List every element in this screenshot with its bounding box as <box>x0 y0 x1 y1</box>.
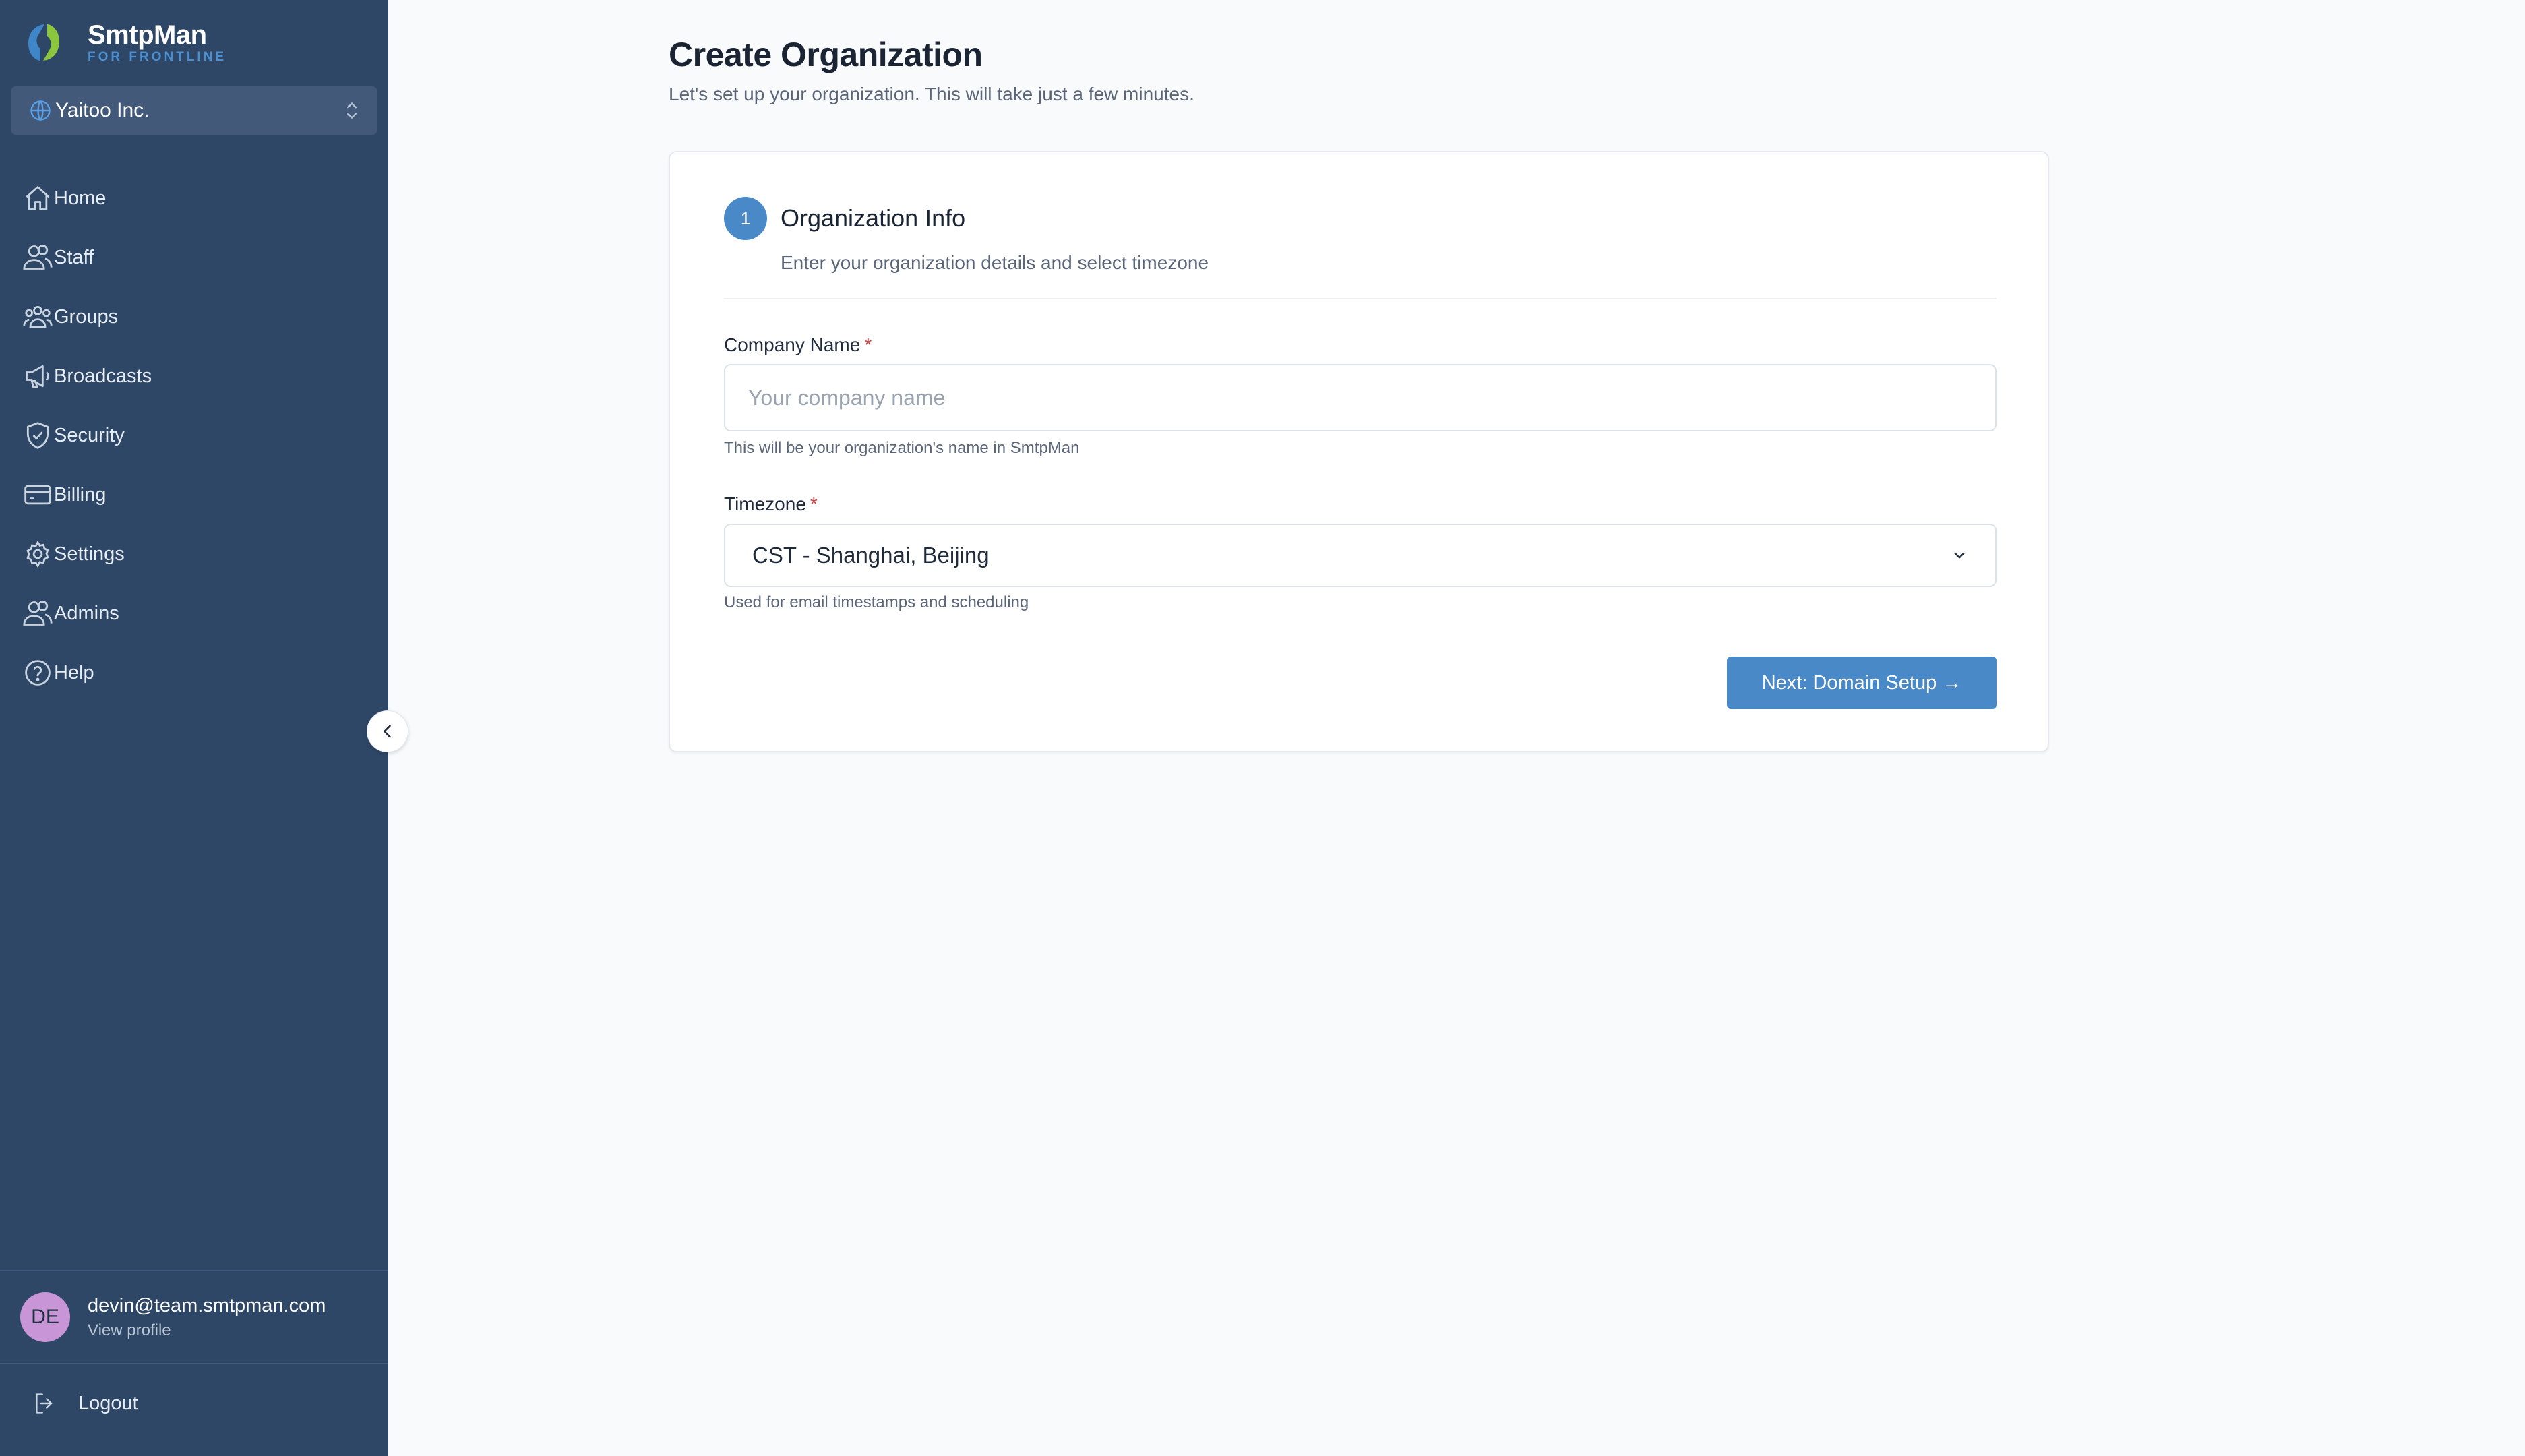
page-subtitle: Let's set up your organization. This wil… <box>669 84 1194 104</box>
sidebar-item-help[interactable]: Help <box>0 643 388 702</box>
sidebar-item-label: Billing <box>54 483 107 506</box>
required-marker: * <box>864 334 872 355</box>
sidebar-item-label: Settings <box>54 543 125 565</box>
brand-text: SmtpMan FOR FRONTLINE <box>88 20 226 65</box>
company-name-label: Company Name * <box>724 334 872 356</box>
org-name: Yaitoo Inc. <box>55 99 150 121</box>
brand-tagline: FOR FRONTLINE <box>88 50 227 64</box>
sidebar-item-label: Groups <box>54 305 119 328</box>
logout-label: Logout <box>78 1392 138 1414</box>
timezone-selected-value: CST - Shanghai, Beijing <box>752 543 990 568</box>
users-icon <box>23 601 53 626</box>
logout-icon <box>36 1393 53 1414</box>
help-circle-icon <box>25 660 51 686</box>
user-email: devin@team.smtpman.com <box>88 1294 326 1316</box>
sidebar-item-label: Help <box>54 661 94 684</box>
sidebar-item-label: Broadcasts <box>54 365 152 387</box>
timezone-select[interactable]: CST - Shanghai, Beijing <box>724 524 1997 587</box>
company-name-label-text: Company Name <box>724 334 861 355</box>
sidebar-item-settings[interactable]: Settings <box>0 524 388 584</box>
timezone-hint: Used for email timestamps and scheduling <box>724 593 1029 611</box>
logout-button[interactable]: Logout <box>31 1390 138 1417</box>
brand-name: SmtpMan <box>88 20 207 50</box>
smtpman-logo-icon <box>28 24 59 61</box>
brand[interactable]: SmtpMan FOR FRONTLINE <box>20 19 226 66</box>
company-name-hint: This will be your organization's name in… <box>724 439 1080 457</box>
step-description: Enter your organization details and sele… <box>781 252 1209 273</box>
sidebar: SmtpMan FOR FRONTLINE Yaitoo Inc. Home S… <box>0 0 388 1456</box>
organization-info-card: 1 Organization Info Enter your organizat… <box>669 151 2049 752</box>
globe-icon <box>30 100 51 121</box>
sidebar-item-admins[interactable]: Admins <box>0 584 388 643</box>
chevron-down-icon <box>1954 552 1965 559</box>
sidebar-item-staff[interactable]: Staff <box>0 228 388 287</box>
shield-check-icon <box>26 422 49 449</box>
chevron-left-icon <box>384 725 391 738</box>
company-name-input[interactable] <box>724 364 1997 431</box>
gear-icon <box>26 540 49 568</box>
org-switcher[interactable]: Yaitoo Inc. <box>11 86 377 135</box>
sidebar-item-groups[interactable]: Groups <box>0 287 388 346</box>
sidebar-item-security[interactable]: Security <box>0 406 388 465</box>
timezone-label: Timezone * <box>724 493 818 515</box>
step-number-badge: 1 <box>724 197 767 240</box>
page-title: Create Organization <box>669 36 983 73</box>
collapse-sidebar-button[interactable] <box>367 710 408 752</box>
sidebar-item-broadcasts[interactable]: Broadcasts <box>0 346 388 406</box>
step-header: 1 Organization Info <box>724 197 965 240</box>
sidebar-item-billing[interactable]: Billing <box>0 465 388 524</box>
user-meta: devin@team.smtpman.com View profile <box>88 1295 326 1340</box>
credit-card-icon <box>24 485 51 505</box>
sidebar-item-label: Admins <box>54 602 119 624</box>
required-marker: * <box>810 493 818 514</box>
main-content: Create Organization Let's set up your or… <box>388 0 2525 1456</box>
sidebar-item-label: Security <box>54 424 125 446</box>
step-title: Organization Info <box>781 204 966 232</box>
megaphone-icon <box>26 365 49 388</box>
home-icon <box>26 186 50 210</box>
sidebar-item-label: Staff <box>54 246 94 268</box>
divider <box>724 298 1997 299</box>
view-profile-link[interactable]: View profile <box>88 1321 326 1340</box>
users-icon <box>23 245 53 270</box>
chevron-up-down-icon <box>347 102 357 119</box>
avatar: DE <box>20 1292 70 1342</box>
timezone-label-text: Timezone <box>724 493 806 514</box>
groups-icon <box>23 305 53 328</box>
sidebar-item-home[interactable]: Home <box>0 169 388 228</box>
user-profile[interactable]: DE devin@team.smtpman.com View profile <box>0 1270 388 1364</box>
sidebar-nav: Home Staff Groups Broadcasts Security Bi… <box>0 169 388 702</box>
sidebar-item-label: Home <box>54 187 107 209</box>
next-domain-setup-button[interactable]: Next: Domain Setup → <box>1727 657 1997 709</box>
